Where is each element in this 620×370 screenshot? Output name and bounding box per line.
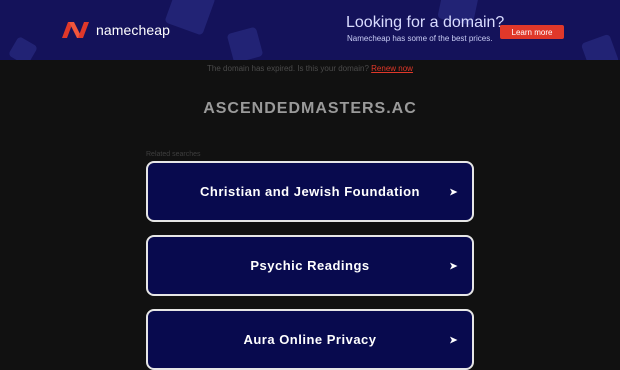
banner-decoration: [580, 33, 620, 60]
domain-title: ASCENDEDMASTERS.AC: [203, 100, 417, 117]
namecheap-n-logo-icon: [60, 21, 90, 39]
arrow-right-icon: ➤: [448, 334, 458, 346]
learn-more-button[interactable]: Learn more: [500, 25, 564, 39]
promo-banner: namecheap Looking for a domain? Namechea…: [0, 0, 620, 60]
arrow-right-icon: ➤: [448, 260, 458, 272]
promo-subtitle: Namecheap has some of the best prices.: [347, 34, 493, 43]
expired-notice-text: The domain has expired. Is this your dom…: [207, 64, 369, 73]
banner-decoration: [7, 35, 39, 60]
related-searches-heading: Related searches: [146, 151, 201, 158]
promo-title: Looking for a domain?: [346, 14, 505, 31]
related-search-label: Christian and Jewish Foundation: [200, 184, 420, 199]
related-search-item[interactable]: Christian and Jewish Foundation ➤: [146, 161, 474, 222]
banner-decoration: [164, 0, 216, 36]
related-search-label: Psychic Readings: [250, 258, 370, 273]
related-search-label: Aura Online Privacy: [243, 332, 377, 347]
brand-name: namecheap: [96, 22, 171, 38]
arrow-right-icon: ➤: [448, 186, 458, 198]
expired-notice: The domain has expired. Is this your dom…: [0, 64, 620, 73]
renew-now-link[interactable]: Renew now: [371, 64, 413, 73]
namecheap-logo[interactable]: namecheap: [60, 19, 170, 41]
related-search-item[interactable]: Psychic Readings ➤: [146, 235, 474, 296]
banner-decoration: [226, 26, 264, 60]
related-search-item[interactable]: Aura Online Privacy ➤: [146, 309, 474, 370]
